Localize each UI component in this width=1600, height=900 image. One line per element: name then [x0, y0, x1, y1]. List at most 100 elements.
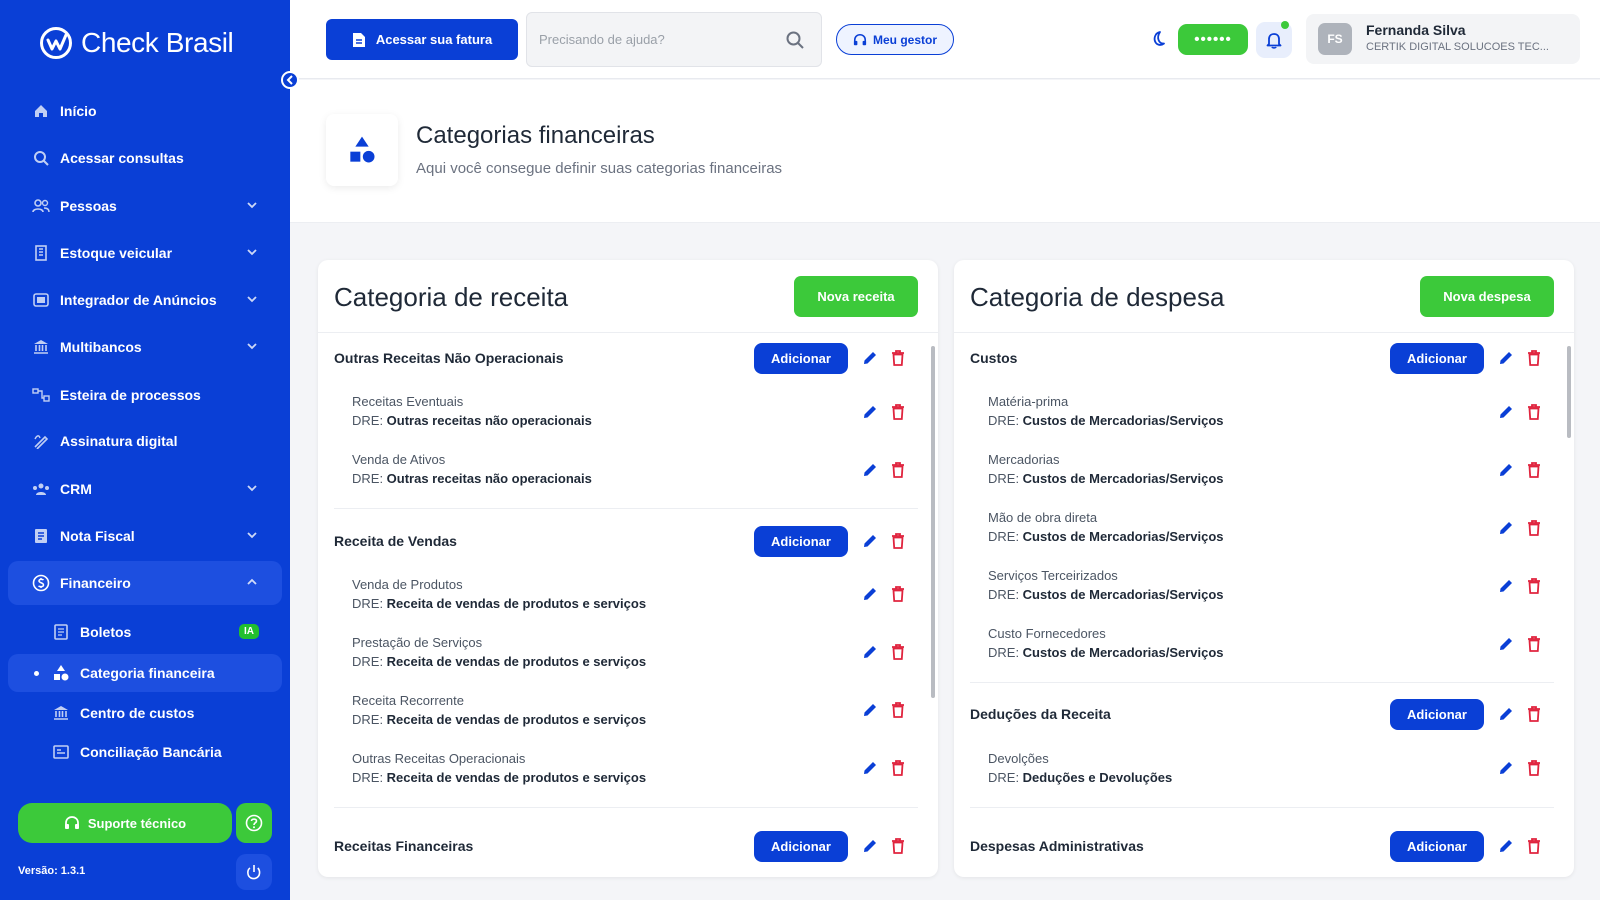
sidebar-item-integrador-de-anuncios[interactable]: Integrador de Anúncios [8, 278, 282, 322]
new-expense-button[interactable]: Nova despesa [1420, 276, 1554, 317]
add-subcategory-button[interactable]: Adicionar [754, 526, 848, 557]
trash-icon[interactable] [1526, 577, 1542, 595]
trash-icon[interactable] [890, 532, 906, 550]
trash-icon[interactable] [1526, 349, 1542, 367]
sidebar: Check Brasil Início Acessar consultas Pe… [0, 0, 299, 900]
edit-icon[interactable] [1497, 403, 1515, 421]
support-button[interactable]: Suporte técnico [18, 803, 232, 843]
sidebar-subitem-centro-de-custos[interactable]: Centro de custos [8, 694, 282, 732]
add-subcategory-button[interactable]: Adicionar [1390, 343, 1484, 374]
edit-icon[interactable] [861, 759, 879, 777]
edit-icon[interactable] [861, 585, 879, 603]
sidebar-item-inicio[interactable]: Início [8, 89, 282, 133]
edit-icon[interactable] [861, 461, 879, 479]
sidebar-item-nota-fiscal[interactable]: Nota Fiscal [8, 514, 282, 558]
trash-icon[interactable] [890, 701, 906, 719]
trash-icon[interactable] [1526, 635, 1542, 653]
user-name: Fernanda Silva [1366, 22, 1466, 38]
trash-icon[interactable] [890, 837, 906, 855]
logout-button[interactable] [236, 854, 272, 890]
trash-icon[interactable] [1526, 461, 1542, 479]
edit-icon[interactable] [1497, 577, 1515, 595]
sidebar-subitem-label: Boletos [80, 624, 132, 640]
edit-icon[interactable] [861, 349, 879, 367]
sidebar-item-label: Início [60, 103, 97, 119]
sidebar-item-financeiro[interactable]: Financeiro [8, 561, 282, 605]
add-subcategory-button[interactable]: Adicionar [754, 343, 848, 374]
trash-icon[interactable] [1526, 705, 1542, 723]
edit-icon[interactable] [1497, 461, 1515, 479]
sidebar-item-esteira-de-processos[interactable]: Esteira de processos [8, 373, 282, 417]
sidebar-item-estoque-veicular[interactable]: Estoque veicular [8, 231, 282, 275]
category-item-dre: DRE: Custos de Mercadorias/Serviços [988, 645, 1224, 660]
sidebar-subitem-conciliacao-bancaria[interactable]: Conciliação Bancária [8, 733, 282, 771]
help-search-input[interactable] [539, 13, 779, 66]
integration-icon [32, 291, 50, 309]
sidebar-item-label: Multibancos [60, 339, 142, 355]
add-subcategory-button[interactable]: Adicionar [1390, 831, 1484, 862]
masked-balance-pill[interactable]: •••••• [1178, 24, 1248, 55]
help-button[interactable] [236, 803, 272, 843]
page-icon [326, 114, 398, 186]
user-company: CERTIK DIGITAL SOLUCOES TEC... [1366, 41, 1549, 53]
notifications-button[interactable] [1256, 21, 1292, 58]
trash-icon[interactable] [1526, 759, 1542, 777]
trash-icon[interactable] [890, 585, 906, 603]
trash-icon[interactable] [890, 461, 906, 479]
sidebar-item-assinatura-digital[interactable]: Assinatura digital [8, 419, 282, 463]
scrollbar-thumb[interactable] [931, 346, 935, 698]
sidebar-item-pessoas[interactable]: Pessoas [8, 184, 282, 228]
edit-icon[interactable] [1497, 519, 1515, 537]
edit-icon[interactable] [861, 643, 879, 661]
sidebar-item-acessar-consultas[interactable]: Acessar consultas [8, 136, 282, 180]
bank-icon [52, 704, 70, 722]
edit-icon[interactable] [1497, 837, 1515, 855]
add-subcategory-button[interactable]: Adicionar [754, 831, 848, 862]
trash-icon[interactable] [890, 403, 906, 421]
top-bar: Acessar sua fatura Meu gestor •••••• FS … [290, 0, 1600, 79]
trash-icon[interactable] [890, 349, 906, 367]
category-item-name: Serviços Terceirizados [988, 568, 1118, 583]
add-subcategory-button[interactable]: Adicionar [1390, 699, 1484, 730]
new-income-button[interactable]: Nova receita [794, 276, 918, 317]
category-item-name: Mercadorias [988, 452, 1060, 467]
edit-icon[interactable] [861, 837, 879, 855]
edit-icon[interactable] [1497, 349, 1515, 367]
income-scrollbar[interactable] [930, 340, 936, 870]
access-invoice-button[interactable]: Acessar sua fatura [326, 19, 518, 60]
sidebar-item-crm[interactable]: CRM [8, 467, 282, 511]
group-divider [334, 807, 918, 808]
collapse-sidebar-button[interactable] [281, 71, 299, 89]
expense-card-title: Categoria de despesa [970, 282, 1225, 312]
sidebar-subitem-boletos[interactable]: Boletos IA [8, 613, 282, 651]
edit-icon[interactable] [1497, 705, 1515, 723]
edit-icon[interactable] [1497, 635, 1515, 653]
trash-icon[interactable] [890, 643, 906, 661]
edit-icon[interactable] [861, 701, 879, 719]
trash-icon[interactable] [1526, 519, 1542, 537]
trash-icon[interactable] [1526, 837, 1542, 855]
my-manager-button[interactable]: Meu gestor [836, 24, 954, 55]
category-item-dre: DRE: Outras receitas não operacionais [352, 413, 592, 428]
bell-icon [1266, 33, 1282, 49]
category-item-name: Prestação de Serviços [352, 635, 483, 650]
trash-icon[interactable] [1526, 403, 1542, 421]
user-profile-card[interactable]: FS Fernanda Silva CERTIK DIGITAL SOLUCOE… [1306, 14, 1580, 64]
edit-icon[interactable] [1497, 759, 1515, 777]
sidebar-item-multibancos[interactable]: Multibancos [8, 325, 282, 369]
scrollbar-thumb[interactable] [1567, 346, 1571, 438]
trash-icon[interactable] [890, 759, 906, 777]
ia-badge: IA [239, 624, 259, 639]
category-item-dre: DRE: Outras receitas não operacionais [352, 471, 592, 486]
expense-scrollbar[interactable] [1566, 340, 1572, 870]
sidebar-item-label: Pessoas [60, 198, 117, 214]
sidebar-subitem-categoria-financeira[interactable]: Categoria financeira [8, 654, 282, 692]
chevron-down-icon [247, 296, 257, 303]
category-item-dre: DRE: Receita de vendas de produtos e ser… [352, 770, 647, 785]
edit-icon[interactable] [861, 532, 879, 550]
edit-icon[interactable] [861, 403, 879, 421]
moon-icon[interactable] [1148, 30, 1166, 48]
brand-logo[interactable]: Check Brasil [39, 26, 234, 60]
document-icon [52, 623, 70, 641]
search-icon[interactable] [785, 30, 805, 50]
